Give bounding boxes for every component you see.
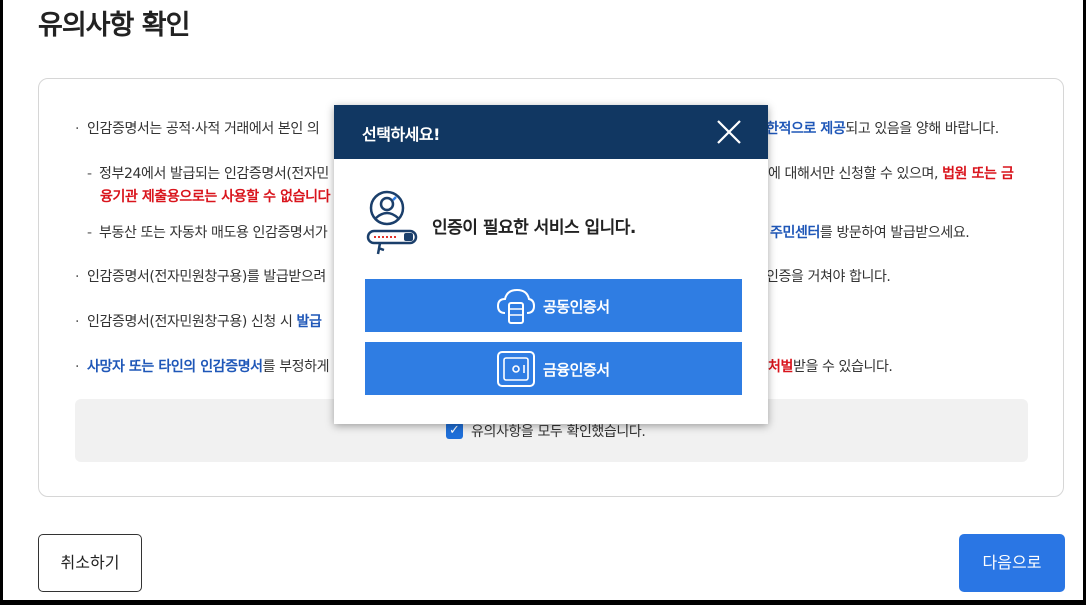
notice-text: 정부24에서 발급되는 인감증명서(전자민 <box>99 166 329 182</box>
notice-highlight: 주민센터 <box>770 225 820 241</box>
notice-item: · 인감증명서는 공적·사적 거래에서 본인 의 <box>75 118 320 138</box>
notice-highlight: 발급 <box>296 314 322 330</box>
page-frame: 유의사항 확인 · 인감증명서는 공적·사적 거래에서 본인 의 한적으로 제공되… <box>3 0 1083 600</box>
user-auth-icon <box>366 190 418 255</box>
close-icon[interactable] <box>716 119 742 145</box>
notice-text: 부동산 또는 자동차 매도용 인감증명서가 <box>99 225 328 241</box>
sub-notice-line2: 융기관 제출용으로는 사용할 수 없습니다 <box>100 186 330 206</box>
modal-message: 인증이 필요한 서비스 입니다. <box>432 218 636 238</box>
notice-text: 를 부정하게 <box>262 359 330 375</box>
notice-highlight: 한적으로 제공 <box>766 121 846 137</box>
agree-checkbox[interactable]: ✓ <box>446 422 463 439</box>
notice-text: 인증을 거쳐야 합니다. <box>766 269 891 285</box>
notice-text: 인감증명서(전자민원창구용)를 발급받으려 <box>87 269 326 285</box>
notice-text: 되고 있음을 양해 바랍니다. <box>845 121 999 137</box>
sub-notice-item: - 정부24에서 발급되는 인감증명서(전자민 <box>87 163 329 183</box>
dash-icon: - <box>87 166 92 182</box>
notice-highlight: 사망자 또는 타인의 인감증명서 <box>87 359 263 375</box>
modal-title: 선택하세요! <box>362 125 440 144</box>
agree-label[interactable]: 유의사항을 모두 확인했습니다. <box>471 421 646 441</box>
financial-certificate-button[interactable]: 금융인증서 <box>365 342 742 395</box>
sub-notice-item-continued: 주민센터를 방문하여 발급받으세요. <box>770 222 970 242</box>
notice-item-continued: 인증을 거쳐야 합니다. <box>766 266 891 286</box>
notice-item: · 인감증명서(전자민원창구용) 신청 시 발급 <box>75 311 322 331</box>
next-button[interactable]: 다음으로 <box>959 534 1065 592</box>
notice-warning: 처벌 <box>768 359 793 375</box>
notice-text: 받을 수 있습니다. <box>792 359 893 375</box>
notice-warning: 법원 또는 금 <box>942 166 1014 182</box>
notice-item-continued: 처벌받을 수 있습니다. <box>768 356 893 376</box>
bullet-icon: · <box>75 359 80 375</box>
safe-icon <box>497 351 535 387</box>
modal-header: 선택하세요! <box>334 105 768 159</box>
cloud-server-icon <box>496 288 536 324</box>
notice-warning: 융기관 제출용으로는 사용할 수 없습니다 <box>100 189 331 205</box>
option-label: 금융인증서 <box>543 361 610 379</box>
sub-notice-item: - 부동산 또는 자동차 매도용 인감증명서가 <box>87 222 328 242</box>
notice-text: 인감증명서는 공적·사적 거래에서 본인 의 <box>87 121 320 137</box>
notice-item-continued: 한적으로 제공되고 있음을 양해 바랍니다. <box>766 118 999 138</box>
notice-text: 를 방문하여 발급받으세요. <box>819 225 970 241</box>
bullet-icon: · <box>75 269 80 285</box>
notice-item: · 사망자 또는 타인의 인감증명서를 부정하게 <box>75 356 330 376</box>
select-auth-modal: 선택하세요! 인증이 필요한 서비스 입니다. 공동인증서 금융인증서 <box>334 105 768 424</box>
bullet-icon: · <box>75 121 80 137</box>
dash-icon: - <box>87 225 92 241</box>
notice-item: · 인감증명서(전자민원창구용)를 발급받으려 <box>75 266 326 286</box>
bullet-icon: · <box>75 314 80 330</box>
sub-notice-item-continued: 에 대해서만 신청할 수 있으며, 법원 또는 금 <box>768 163 1014 183</box>
notice-text: 인감증명서(전자민원창구용) 신청 시 <box>87 314 293 330</box>
page-title: 유의사항 확인 <box>38 10 190 41</box>
joint-certificate-button[interactable]: 공동인증서 <box>365 279 742 332</box>
option-label: 공동인증서 <box>543 298 610 316</box>
notice-text: 에 대해서만 신청할 수 있으며, <box>768 166 939 182</box>
cancel-button[interactable]: 취소하기 <box>38 534 142 592</box>
